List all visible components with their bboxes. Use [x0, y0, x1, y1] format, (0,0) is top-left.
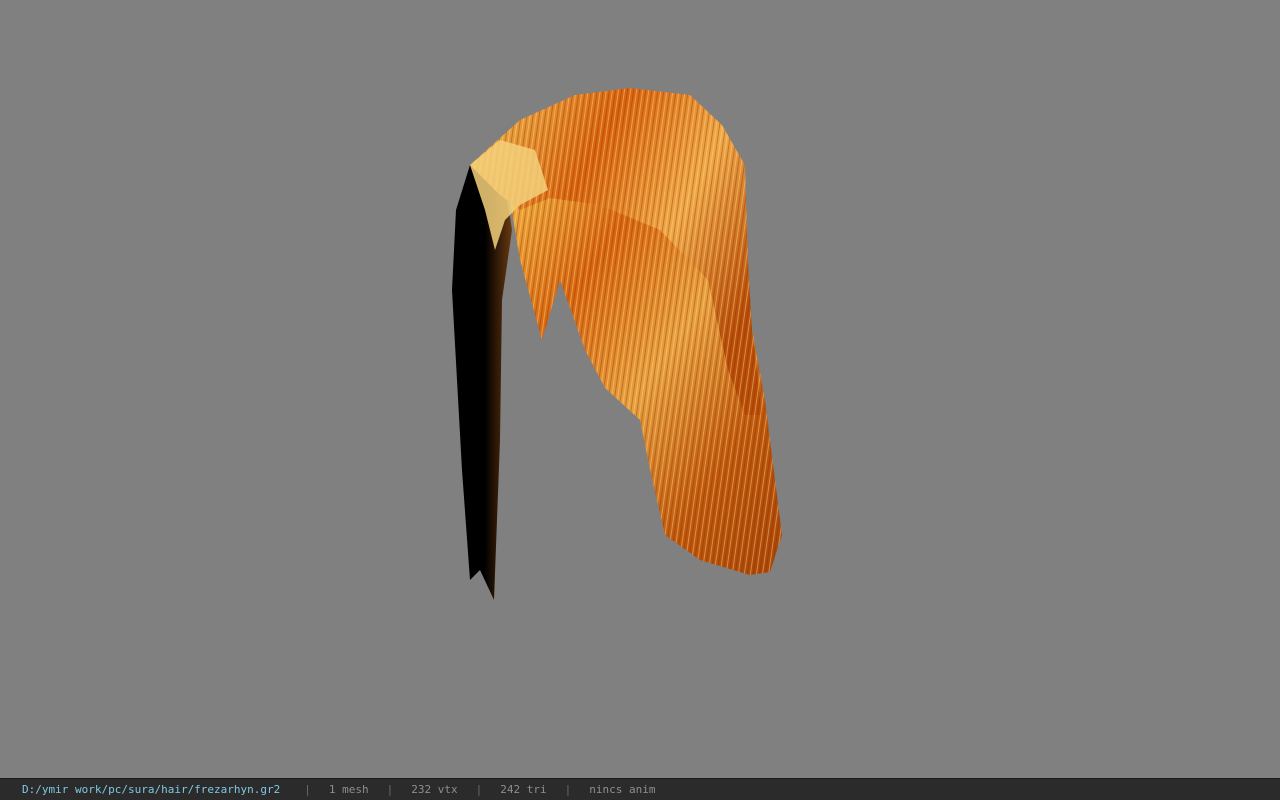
separator: |: [564, 783, 572, 796]
hair-model[interactable]: [0, 0, 1280, 778]
status-bar: D:/ymir work/pc/sura/hair/frezarhyn.gr2 …: [0, 778, 1280, 800]
separator: |: [475, 783, 483, 796]
separator: |: [304, 783, 311, 796]
3d-viewport[interactable]: [0, 0, 1280, 778]
mesh-count: 1 mesh: [328, 783, 369, 796]
animation-status: nincs anim: [589, 783, 656, 796]
file-path: D:/ymir work/pc/sura/hair/frezarhyn.gr2: [22, 783, 281, 796]
triangle-count: 242 tri: [500, 783, 547, 796]
vertex-count: 232 vtx: [411, 783, 458, 796]
separator: |: [386, 783, 394, 796]
